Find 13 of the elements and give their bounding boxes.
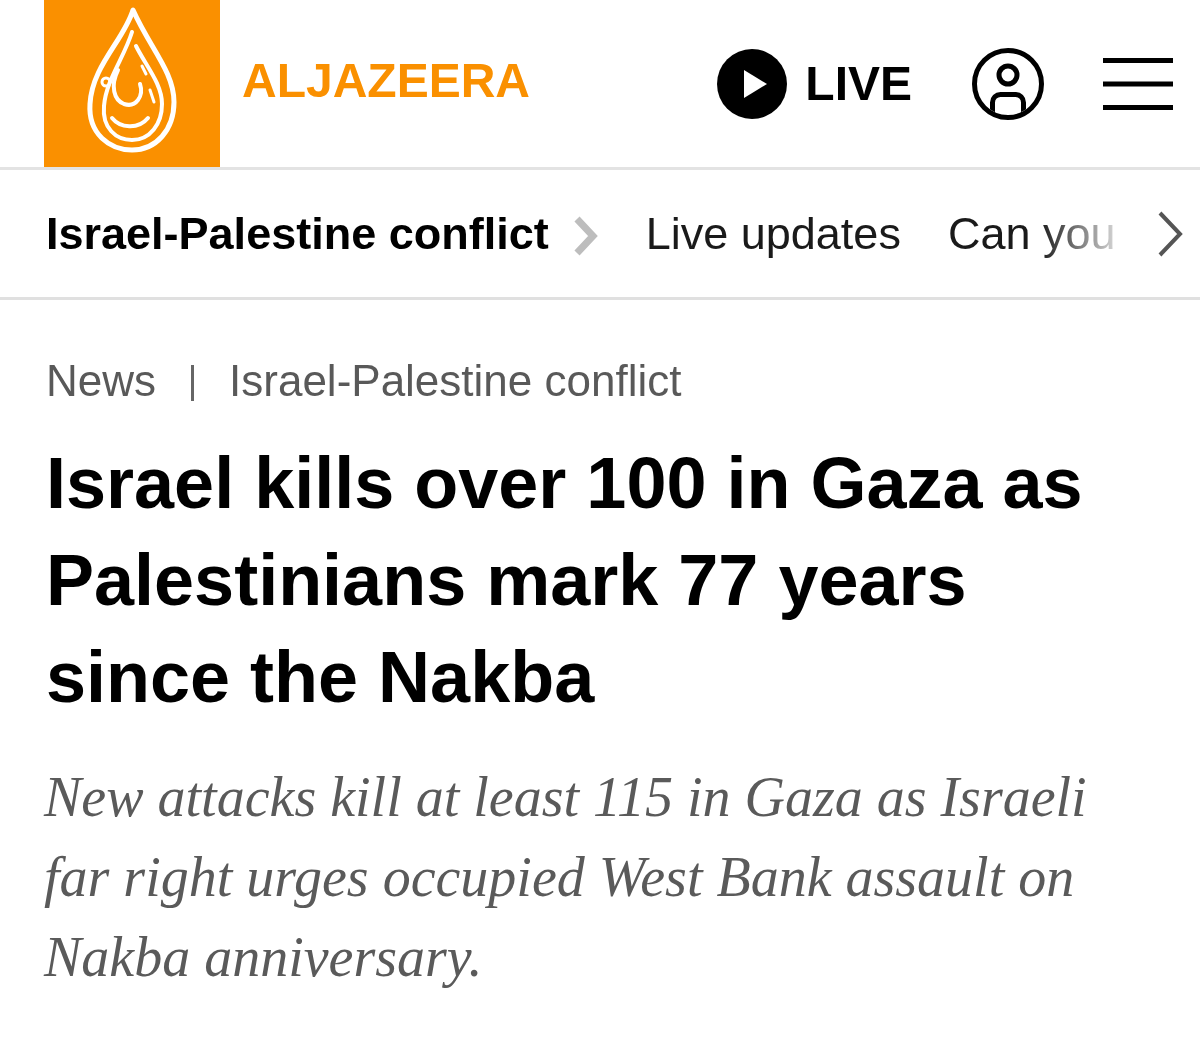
live-button[interactable]: LIVE <box>717 48 912 119</box>
chevron-right-icon[interactable] <box>1157 210 1183 257</box>
menu-icon[interactable] <box>1103 57 1173 110</box>
chevron-icon <box>572 215 599 256</box>
article-summary: New attacks kill at least 115 in Gaza as Israeli far right urges occupied West Bank assault on Nakba anniversary. <box>44 765 1088 990</box>
nav-link[interactable]: Can you <box>947 203 1116 264</box>
play-icon <box>717 48 788 119</box>
nav-link[interactable]: Live updates <box>645 203 901 264</box>
breadcrumb-link[interactable]: Israel-Palestine conflict <box>229 351 682 411</box>
user-icon[interactable] <box>972 47 1044 120</box>
article-headline: Israel kills over 100 in Gaza as Palestinians mark 77 years since the Nakba <box>46 442 1084 719</box>
breadcrumb-link[interactable]: News <box>46 351 157 411</box>
topic-link[interactable]: Israel-Palestine conflict <box>46 203 549 264</box>
